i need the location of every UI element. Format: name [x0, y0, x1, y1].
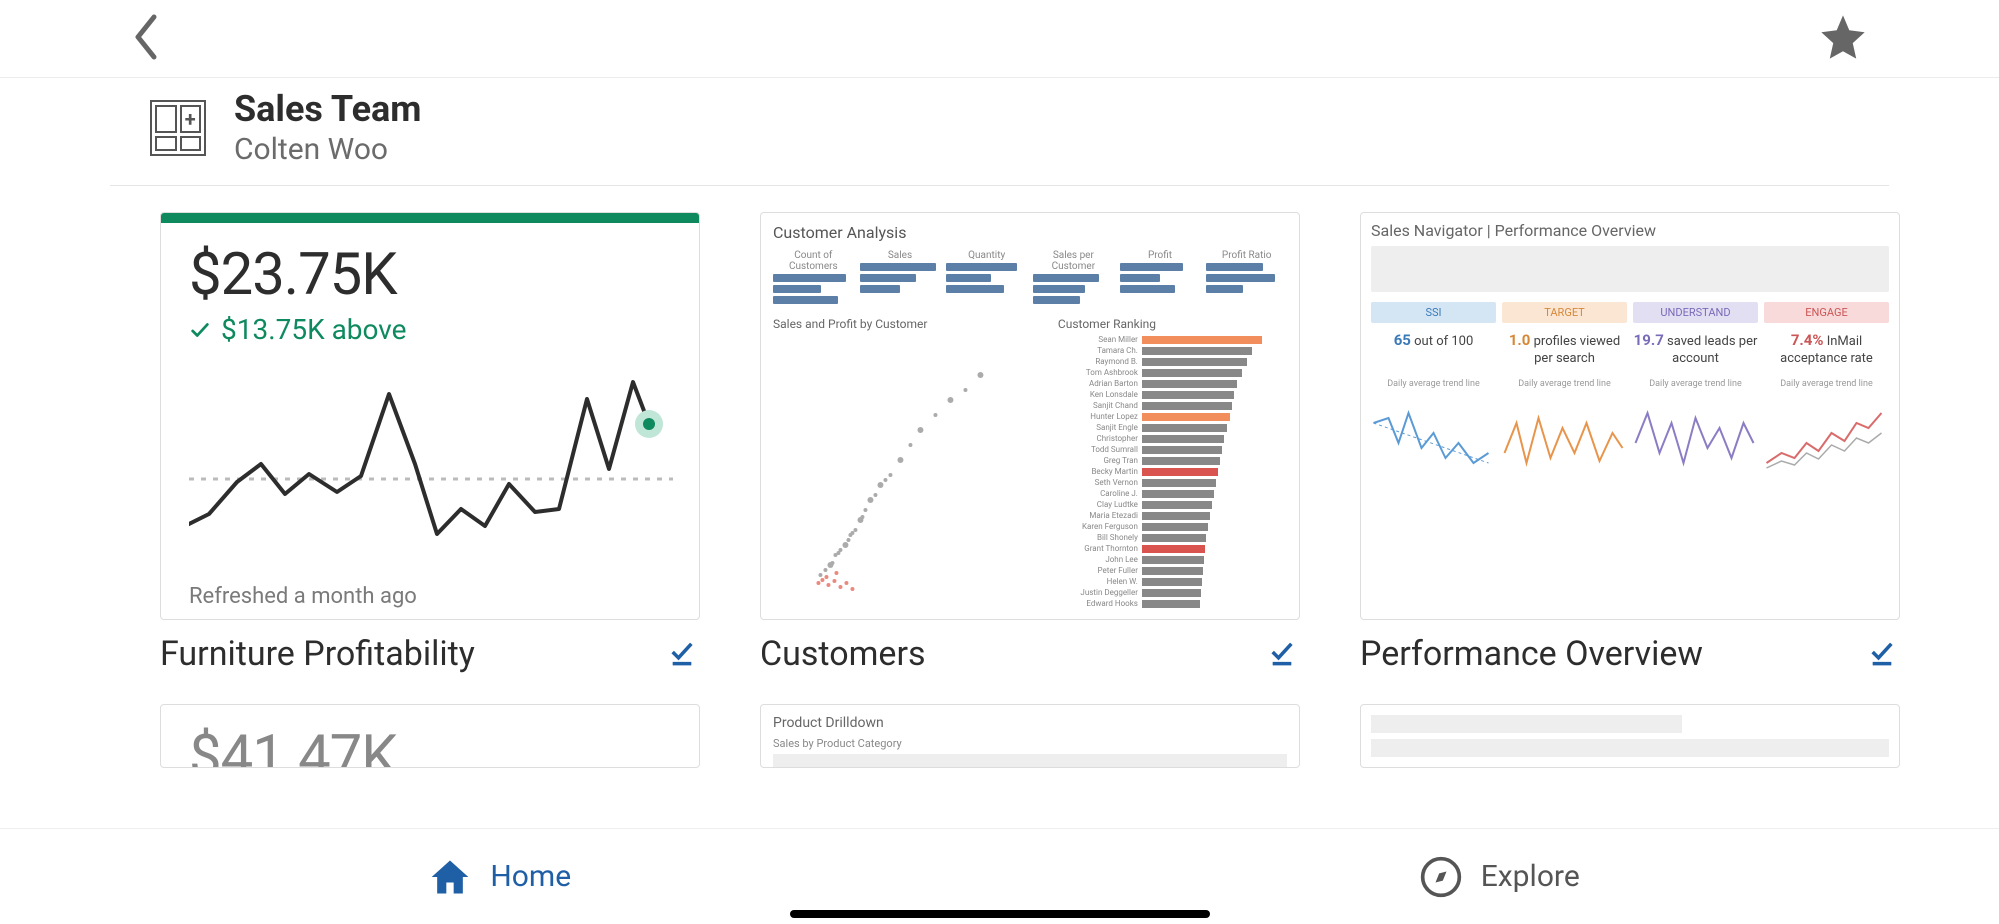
star-icon: [1817, 11, 1869, 63]
thumbnail-title: Sales Navigator | Performance Overview: [1371, 221, 1889, 240]
card-performance-overview[interactable]: Sales Navigator | Performance Overview S…: [1360, 212, 1900, 674]
refreshed-text: Refreshed a month ago: [189, 584, 671, 609]
compass-icon: [1419, 855, 1463, 899]
subscribe-button[interactable]: [1268, 638, 1296, 670]
card-blank[interactable]: [1360, 704, 1900, 768]
card-title: Customers: [760, 634, 926, 674]
metric-delta: $13.75K above: [189, 313, 671, 346]
check-icon: [189, 319, 211, 341]
project-icon: +: [150, 100, 206, 156]
subscribe-button[interactable]: [668, 638, 696, 670]
cards-grid: $23.75K $13.75K above Refreshed a month …: [0, 186, 1999, 768]
home-indicator: [790, 910, 1210, 918]
scatter-plot: [773, 335, 1048, 595]
thumbnail-title: Customer Analysis: [773, 223, 1287, 242]
metric-value: $41.47K: [189, 723, 671, 768]
bottom-nav: Home Explore: [0, 828, 1999, 924]
kpi-row: SSI 65 out of 100 Daily average trend li…: [1371, 302, 1889, 497]
card-title: Performance Overview: [1360, 634, 1703, 674]
project-header: + Sales Team Colten Woo: [110, 78, 1889, 186]
filter-bar: [1371, 246, 1889, 292]
subscribe-button[interactable]: [1868, 638, 1896, 670]
home-icon: [428, 855, 472, 899]
project-title: Sales Team: [234, 88, 421, 130]
project-owner: Colten Woo: [234, 132, 421, 167]
card-product-drilldown[interactable]: Product Drilldown Sales by Product Categ…: [760, 704, 1300, 768]
card-metric-2[interactable]: $41.47K: [160, 704, 700, 768]
sparkline: [189, 364, 671, 568]
top-bar: [0, 0, 1999, 78]
favorite-button[interactable]: [1817, 11, 1869, 67]
back-icon: [130, 13, 162, 61]
thumbnail-title: Product Drilldown: [773, 715, 1287, 731]
back-button[interactable]: [130, 13, 162, 65]
card-furniture-profitability[interactable]: $23.75K $13.75K above Refreshed a month …: [160, 212, 700, 674]
metric-value: $23.75K: [189, 241, 671, 309]
mini-bar-charts: Count of Customers Sales Quantity Sales …: [773, 250, 1287, 307]
status-bar: [161, 213, 699, 223]
card-title: Furniture Profitability: [160, 634, 475, 674]
card-customers[interactable]: Customer Analysis Count of Customers Sal…: [760, 212, 1300, 674]
customer-ranking: Customer Ranking Sean Miller Tamara Ch. …: [1058, 317, 1287, 610]
